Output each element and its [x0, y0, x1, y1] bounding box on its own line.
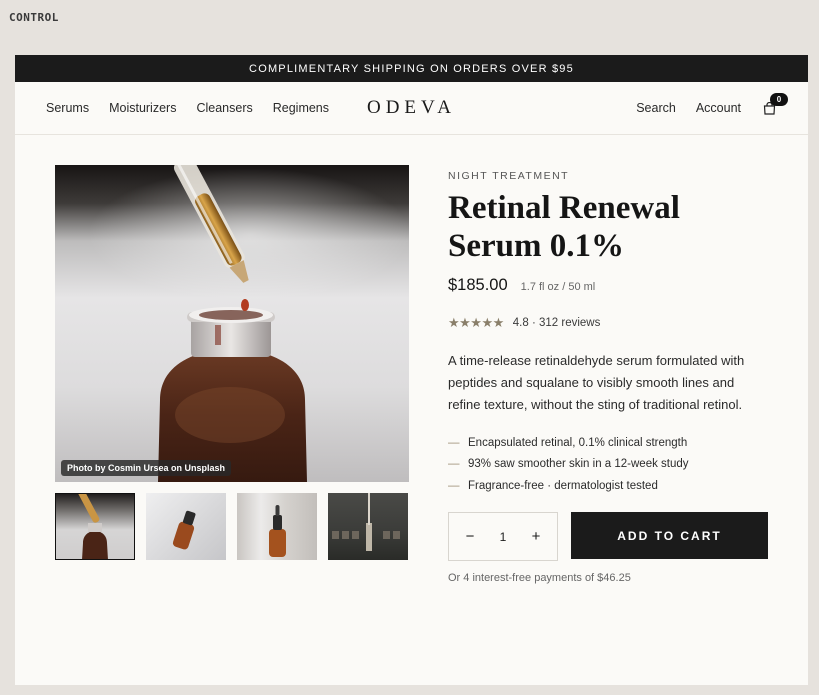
thumbnail-strip	[55, 493, 408, 560]
dash-icon: —	[448, 436, 460, 449]
nav-item-moisturizers[interactable]: Moisturizers	[109, 101, 176, 115]
announcement-bar: COMPLIMENTARY SHIPPING ON ORDERS OVER $9…	[15, 55, 808, 82]
benefit-item: — Encapsulated retinal, 0.1% clinical st…	[448, 432, 689, 454]
serum-photo	[158, 165, 307, 482]
rating-summary[interactable]: 4.8 · 312 reviews	[513, 317, 601, 329]
photo-credit[interactable]: Photo by Cosmin Ursea on Unsplash	[61, 460, 232, 476]
main-product-image[interactable]: Photo by Cosmin Ursea on Unsplash	[55, 165, 409, 482]
nav-item-serums[interactable]: Serums	[46, 101, 89, 115]
site-header: Serums Moisturizers Cleansers Regimens O…	[15, 82, 808, 135]
product-category: NIGHT TREATMENT	[448, 170, 570, 182]
benefit-text: Fragrance-free · dermatologist tested	[468, 479, 658, 492]
price-row: $185.00 1.7 fl oz / 50 ml	[448, 276, 595, 295]
cart-button[interactable]: 0	[763, 93, 788, 116]
thumbnail-3[interactable]	[237, 493, 317, 560]
product-size: 1.7 fl oz / 50 ml	[520, 281, 596, 293]
nav-item-regimens[interactable]: Regimens	[273, 101, 329, 115]
benefit-text: Encapsulated retinal, 0.1% clinical stre…	[468, 436, 688, 449]
quantity-stepper: − 1 +	[448, 512, 558, 561]
announcement-text: COMPLIMENTARY SHIPPING ON ORDERS OVER $9…	[249, 62, 574, 75]
brand-logo[interactable]: ODEVA	[367, 97, 456, 119]
benefit-item: — Fragrance-free · dermatologist tested	[448, 475, 689, 497]
thumbnail-1[interactable]	[55, 493, 135, 560]
thumbnail-1-image	[77, 493, 108, 560]
installments-note: Or 4 interest-free payments of $46.25	[448, 572, 631, 584]
star-rating-icon: ★★★★★	[448, 315, 504, 330]
benefit-item: — 93% saw smoother skin in a 12-week stu…	[448, 454, 689, 476]
storefront-frame: COMPLIMENTARY SHIPPING ON ORDERS OVER $9…	[15, 55, 808, 685]
product-benefits: — Encapsulated retinal, 0.1% clinical st…	[448, 432, 689, 497]
nav-item-cleansers[interactable]: Cleansers	[196, 101, 252, 115]
control-label: CONTROL	[9, 11, 59, 24]
primary-nav: Serums Moisturizers Cleansers Regimens	[46, 101, 329, 115]
decrease-quantity-button[interactable]: −	[463, 528, 477, 545]
product-title: Retinal Renewal Serum 0.1%	[448, 190, 680, 264]
account-link[interactable]: Account	[696, 101, 741, 115]
quantity-value[interactable]: 1	[500, 530, 507, 544]
increase-quantity-button[interactable]: +	[529, 528, 543, 545]
benefit-text: 93% saw smoother skin in a 12-week study	[468, 458, 689, 471]
dash-icon: —	[448, 458, 460, 471]
cart-count-badge: 0	[770, 93, 788, 106]
search-link[interactable]: Search	[636, 101, 676, 115]
add-to-cart-button[interactable]: ADD TO CART	[571, 512, 768, 559]
thumbnail-4-image	[332, 493, 400, 551]
utility-nav: Search Account 0	[636, 93, 788, 116]
thumbnail-3-image	[269, 505, 286, 557]
product-price: $185.00	[448, 276, 508, 294]
dash-icon: —	[448, 479, 460, 492]
thumbnail-2-image	[172, 510, 196, 550]
thumbnail-2[interactable]	[146, 493, 226, 560]
rating-row[interactable]: ★★★★★ 4.8 · 312 reviews	[448, 315, 600, 331]
thumbnail-4[interactable]	[328, 493, 408, 560]
product-description: A time-release retinaldehyde serum formu…	[448, 353, 745, 412]
